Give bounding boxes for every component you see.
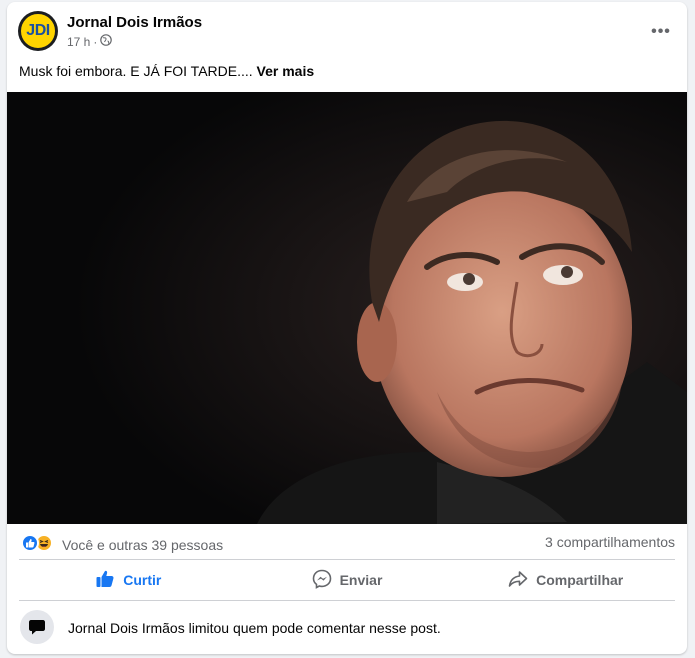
comments-limited-notice: Jornal Dois Irmãos limitou quem pode com… [7, 602, 687, 652]
send-button[interactable]: Enviar [238, 560, 457, 600]
share-icon [508, 569, 528, 592]
comments-notice-text: Jornal Dois Irmãos limitou quem pode com… [68, 620, 441, 636]
post-photo[interactable] [7, 92, 687, 524]
like-label: Curtir [123, 572, 162, 588]
avatar-logo: JDI [20, 13, 56, 49]
post-caption: Musk foi embora. E JÁ FOI TARDE.... Ver … [19, 63, 314, 79]
comment-bubble-icon [20, 610, 54, 644]
share-label: Compartilhar [536, 572, 624, 588]
more-options-icon: ••• [651, 23, 671, 40]
reactions-summary[interactable]: Você e outras 39 pessoas [62, 537, 223, 553]
avatar-logo-text: JDI [26, 22, 50, 39]
thumbs-up-icon [95, 569, 115, 592]
send-label: Enviar [339, 572, 383, 588]
post-meta: 17 h · [67, 34, 113, 49]
page-name-link[interactable]: Jornal Dois Irmãos [67, 14, 202, 31]
globe-icon [100, 34, 113, 49]
like-button[interactable]: Curtir [19, 560, 238, 600]
shares-count[interactable]: 3 compartilhamentos [545, 534, 675, 550]
more-options-button[interactable]: ••• [649, 20, 673, 44]
divider [19, 600, 675, 601]
post-actions: Curtir Enviar Compartilhar [19, 560, 675, 600]
see-more-link[interactable]: Ver mais [257, 63, 315, 79]
post-timestamp[interactable]: 17 h [67, 35, 90, 49]
page-avatar[interactable]: JDI [18, 11, 58, 51]
post-card: JDI Jornal Dois Irmãos 17 h · ••• Musk f… [7, 2, 687, 654]
reaction-icons[interactable] [21, 534, 53, 552]
share-button[interactable]: Compartilhar [456, 560, 675, 600]
like-reaction-icon [21, 534, 39, 552]
post-header: JDI Jornal Dois Irmãos 17 h · ••• [7, 2, 687, 60]
reactions-bar: Você e outras 39 pessoas 3 compartilhame… [7, 525, 687, 561]
messenger-icon [312, 569, 332, 592]
caption-text: Musk foi embora. E JÁ FOI TARDE.... [19, 63, 253, 79]
meta-separator: · [93, 34, 98, 49]
